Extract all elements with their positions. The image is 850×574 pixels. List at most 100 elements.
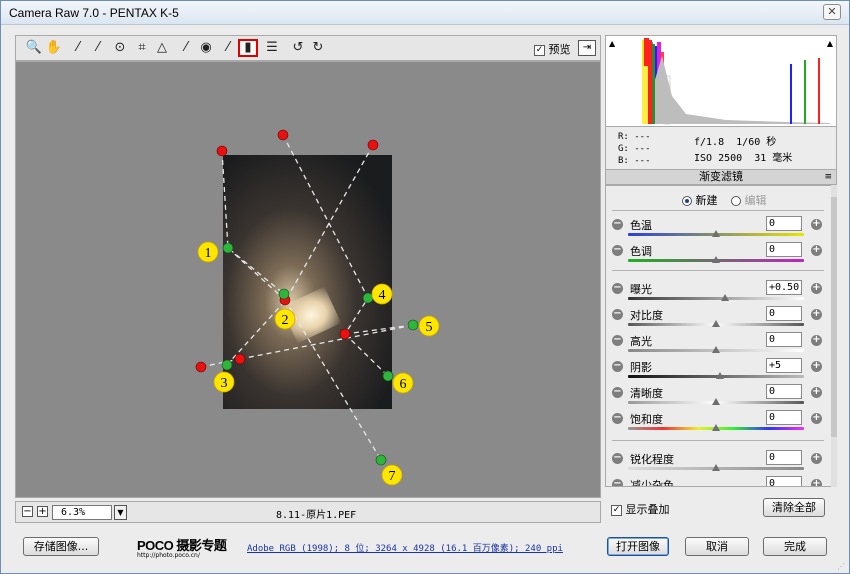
slider-thumb[interactable] (712, 464, 720, 471)
mode-edit-radio[interactable] (731, 196, 741, 206)
filter-end-pin[interactable] (216, 145, 228, 157)
filter-start-pin[interactable] (278, 288, 290, 300)
filter-start-pin[interactable] (221, 359, 233, 371)
shadow-clipping-icon[interactable]: ▲ (609, 39, 615, 48)
slider-label: 饱和度 (630, 413, 663, 426)
fullscreen-icon[interactable]: ⇥ (578, 40, 596, 56)
highlight-clipping-icon[interactable]: ▲ (827, 39, 833, 48)
decrease-icon[interactable]: − (612, 219, 623, 230)
filter-end-pin[interactable] (234, 353, 246, 365)
show-overlay-checkbox[interactable]: ✓ 显示叠加 (611, 501, 670, 517)
slider-thumb[interactable] (712, 424, 720, 431)
slider-thumb[interactable] (712, 230, 720, 237)
slider-label: 色调 (630, 245, 652, 258)
increase-icon[interactable]: + (811, 361, 822, 372)
slider-value-field[interactable]: 0 (766, 306, 802, 321)
mode-new-label[interactable]: 新建 (696, 194, 718, 207)
mode-new-radio[interactable] (682, 196, 692, 206)
decrease-icon[interactable]: − (612, 309, 623, 320)
filter-start-pin[interactable] (382, 370, 394, 382)
zoom-out-button[interactable]: − (22, 506, 33, 517)
open-image-button[interactable]: 打开图像 (607, 537, 669, 556)
preview-checkbox[interactable]: ✓ 预览 (534, 41, 571, 57)
white-balance-tool-icon[interactable]: ⁄ (68, 39, 88, 57)
done-button[interactable]: 完成 (763, 537, 827, 556)
slider-track[interactable] (628, 297, 804, 300)
slider-value-field[interactable]: 0 (766, 216, 802, 231)
image-preview-area[interactable]: 1 2 3 4 5 6 7 (15, 61, 601, 498)
slider-value-field[interactable]: 0 (766, 450, 802, 465)
zoom-dropdown-icon[interactable]: ▼ (114, 505, 127, 520)
panel-scrollbar[interactable] (831, 185, 837, 487)
panel-menu-icon[interactable]: ≡ (824, 170, 832, 184)
spot-removal-tool-icon[interactable]: ⁄ (176, 39, 196, 57)
filter-end-pin[interactable] (339, 328, 351, 340)
overlay-check-icon[interactable]: ✓ (611, 504, 622, 516)
increase-icon[interactable]: + (811, 245, 822, 256)
save-image-button[interactable]: 存储图像... (23, 537, 99, 556)
slider-thumb[interactable] (715, 372, 724, 379)
adjustment-brush-tool-icon[interactable]: ⁄ (218, 39, 238, 57)
decrease-icon[interactable]: − (612, 283, 623, 294)
poco-logo: POCO 摄影专题 http://photo.poco.cn/ (137, 535, 227, 559)
red-eye-tool-icon[interactable]: ◉ (196, 39, 216, 57)
graduated-filter-tool-icon[interactable]: ▮ (238, 39, 258, 57)
cancel-button[interactable]: 取消 (685, 537, 749, 556)
camera-raw-window: Camera Raw 7.0 - PENTAX K-5 ✕ 🔍 ✋ ⁄ ⁄ ⊙ ⌗ △ ⁄ ◉ ⁄… (0, 0, 850, 574)
decrease-icon[interactable]: − (612, 453, 623, 464)
decrease-icon[interactable]: − (612, 479, 623, 486)
rotate-cw-tool-icon[interactable]: ↻ (308, 39, 328, 57)
decrease-icon[interactable]: − (612, 335, 623, 346)
increase-icon[interactable]: + (811, 453, 822, 464)
filter-start-pin[interactable] (407, 319, 419, 331)
filter-start-pin[interactable] (222, 242, 234, 254)
resize-grip-icon[interactable]: ⋰ (837, 562, 845, 571)
rotate-ccw-tool-icon[interactable]: ↺ (288, 39, 308, 57)
slider-thumb[interactable] (712, 256, 720, 263)
increase-icon[interactable]: + (811, 413, 822, 424)
slider-row: − 对比度 0 + (606, 306, 832, 332)
increase-icon[interactable]: + (811, 283, 822, 294)
zoom-in-button[interactable]: + (37, 506, 48, 517)
slider-value-field[interactable]: 0 (766, 476, 802, 486)
zoom-level[interactable]: 6.3% (52, 505, 112, 520)
preview-check-icon[interactable]: ✓ (534, 44, 545, 56)
filter-start-pin[interactable] (375, 454, 387, 466)
slider-thumb[interactable] (712, 398, 720, 405)
hand-tool-icon[interactable]: ✋ (44, 39, 64, 57)
targeted-adjustment-tool-icon[interactable]: ⊙ (110, 39, 130, 57)
slider-thumb[interactable] (712, 320, 720, 327)
decrease-icon[interactable]: − (612, 387, 623, 398)
increase-icon[interactable]: + (811, 387, 822, 398)
slider-thumb[interactable] (712, 346, 720, 353)
increase-icon[interactable]: + (811, 219, 822, 230)
filter-end-pin[interactable] (367, 139, 379, 151)
filter-end-pin[interactable] (277, 129, 289, 141)
straighten-tool-icon[interactable]: △ (152, 39, 172, 57)
slider-value-field[interactable]: +0.50 (766, 280, 802, 295)
color-sampler-tool-icon[interactable]: ⁄ (88, 39, 108, 57)
graduated-filter-overlay[interactable]: 1 2 3 4 5 6 7 (16, 62, 601, 498)
filter-start-pin[interactable] (362, 292, 374, 304)
increase-icon[interactable]: + (811, 479, 822, 486)
mode-edit-label[interactable]: 编辑 (745, 194, 767, 207)
slider-value-field[interactable]: 0 (766, 410, 802, 425)
workflow-options-link[interactable]: Adobe RGB (1998); 8 位; 3264 x 4928 (16.1… (247, 541, 563, 554)
slider-thumb[interactable] (720, 294, 729, 301)
preferences-tool-icon[interactable]: ☰ (262, 39, 282, 57)
decrease-icon[interactable]: − (612, 413, 623, 424)
decrease-icon[interactable]: − (612, 245, 623, 256)
slider-value-field[interactable]: 0 (766, 332, 802, 347)
zoom-tool-icon[interactable]: 🔍 (24, 39, 44, 57)
slider-value-field[interactable]: 0 (766, 242, 802, 257)
crop-tool-icon[interactable]: ⌗ (132, 39, 152, 57)
close-button[interactable]: ✕ (823, 4, 841, 20)
slider-value-field[interactable]: 0 (766, 384, 802, 399)
filter-end-pin[interactable] (195, 361, 207, 373)
slider-value-field[interactable]: +5 (766, 358, 802, 373)
clear-all-button[interactable]: 清除全部 (763, 498, 825, 517)
increase-icon[interactable]: + (811, 335, 822, 346)
scrollbar-thumb[interactable] (831, 197, 837, 437)
decrease-icon[interactable]: − (612, 361, 623, 372)
increase-icon[interactable]: + (811, 309, 822, 320)
